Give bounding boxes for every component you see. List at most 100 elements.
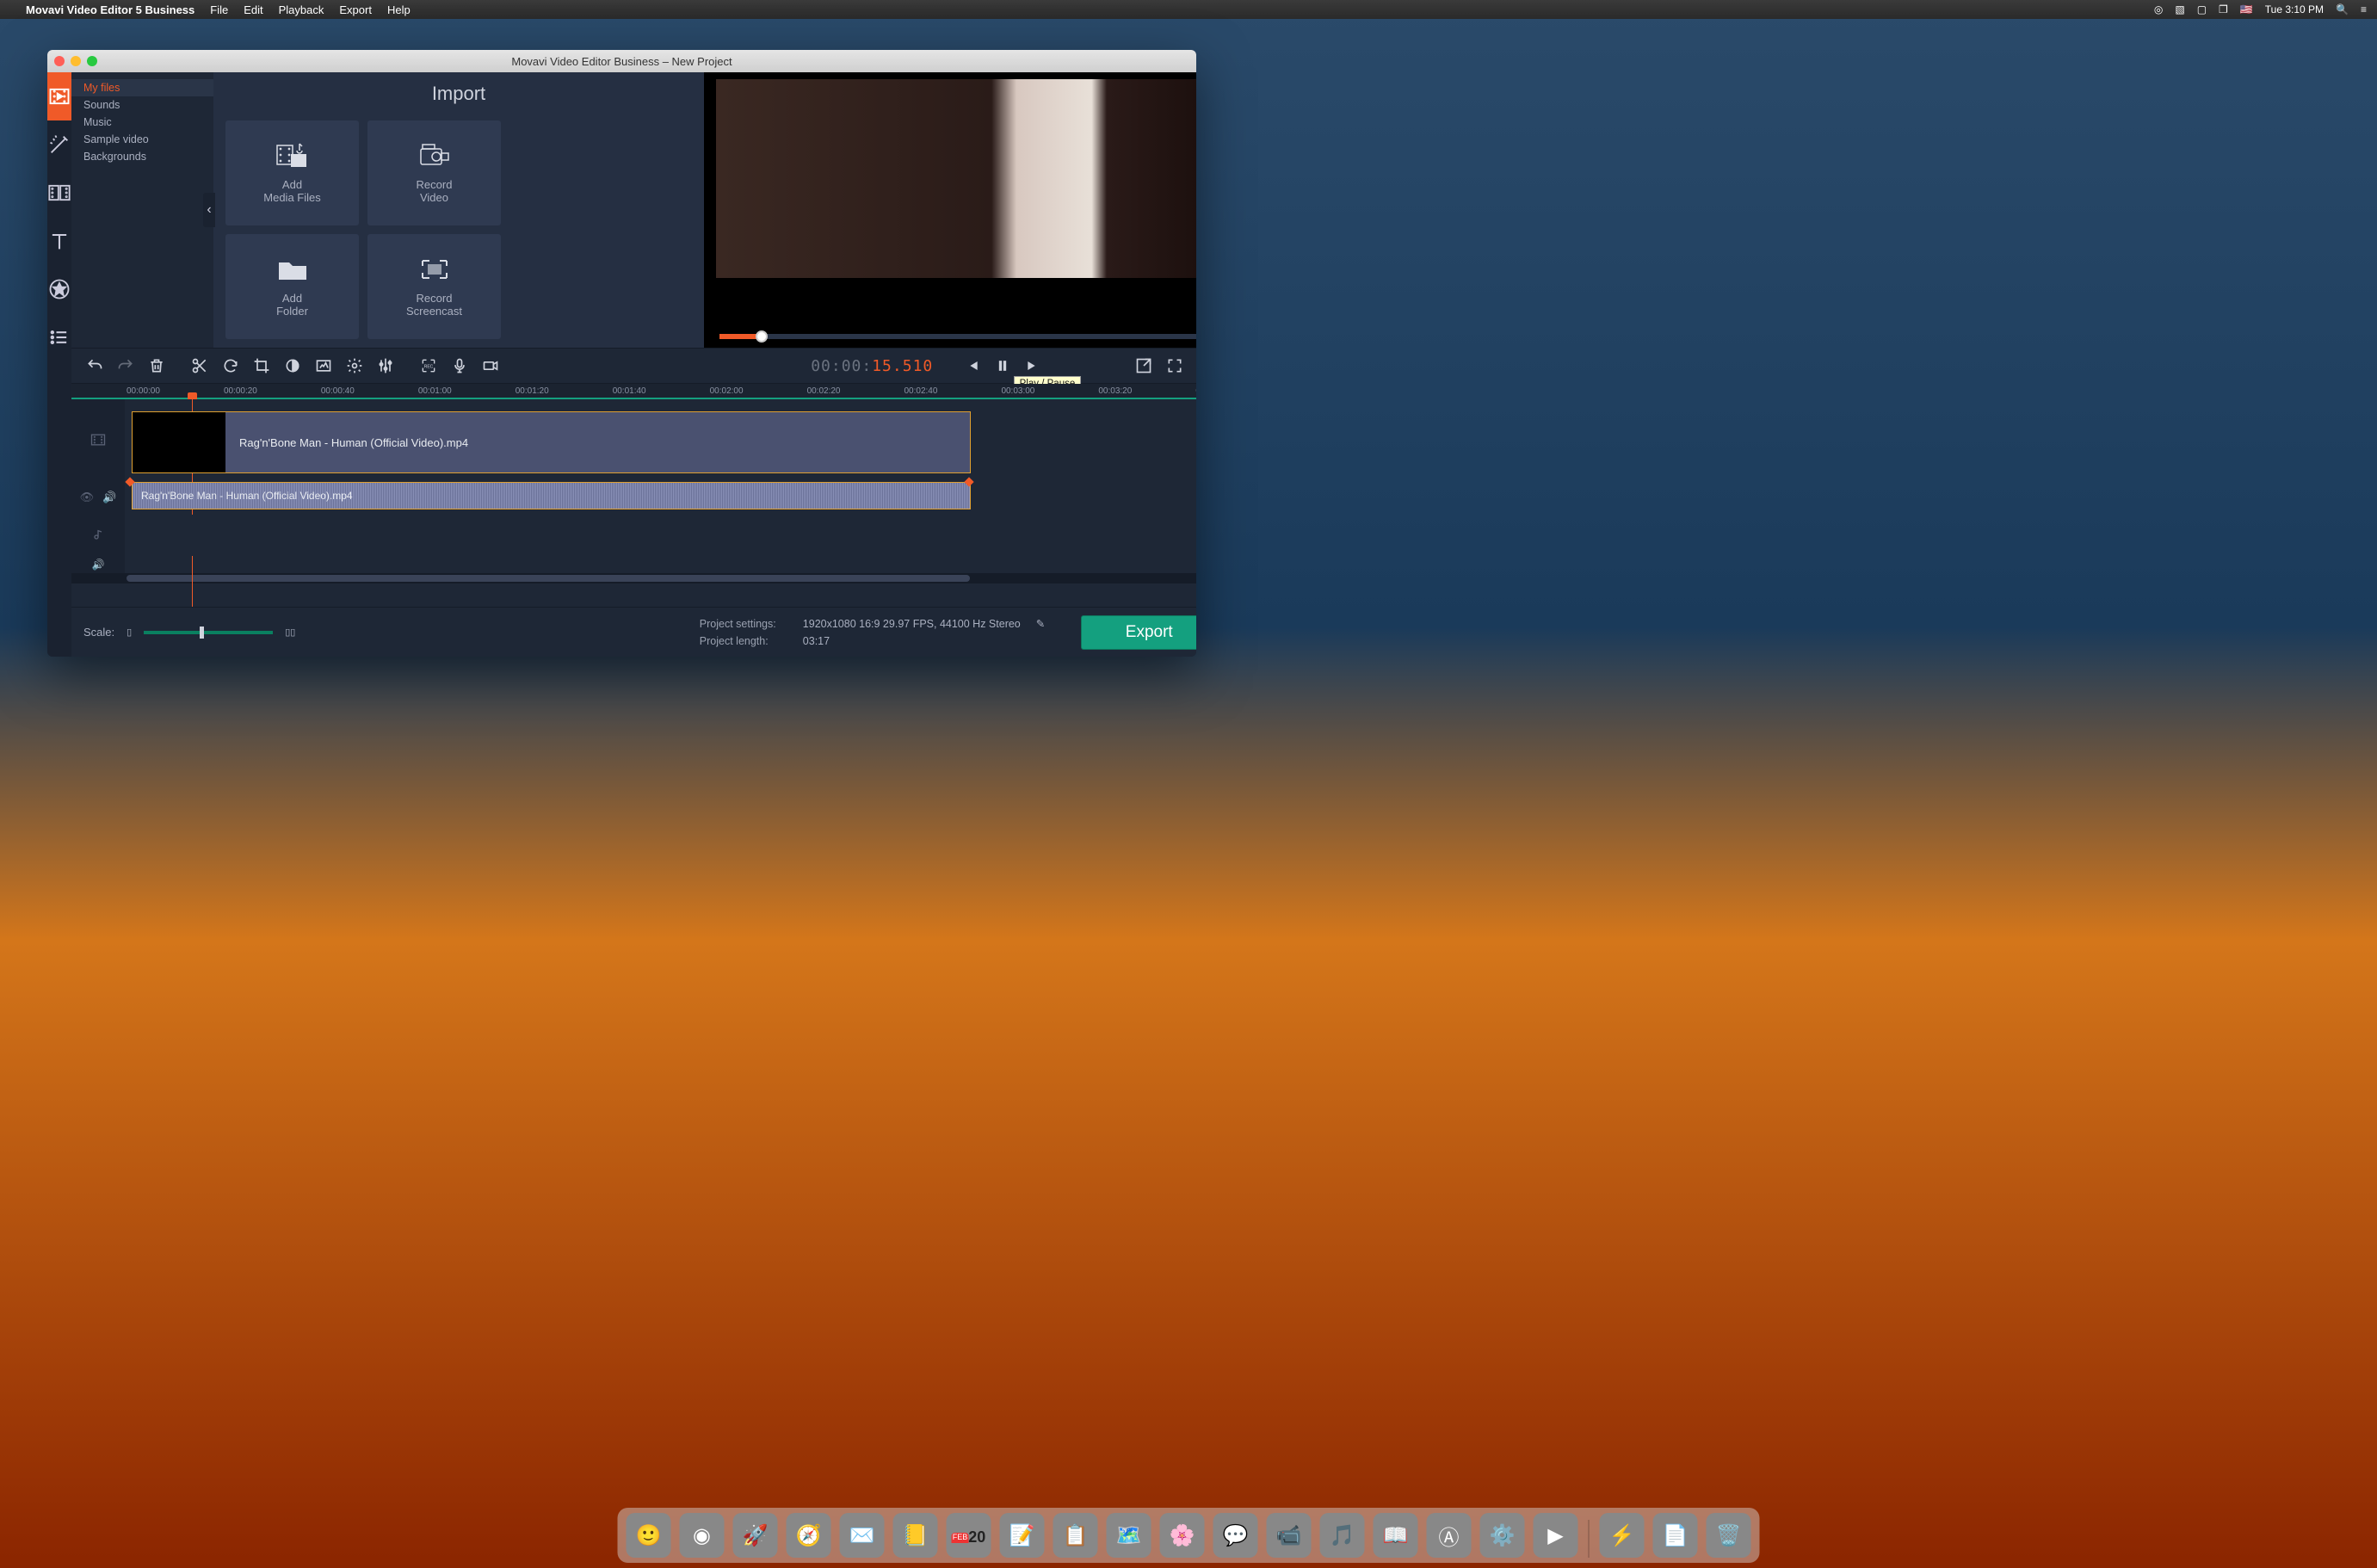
menu-playback[interactable]: Playback <box>279 3 324 16</box>
category-sounds[interactable]: Sounds <box>71 96 213 114</box>
timeline-ruler[interactable]: 00:00:00 00:00:20 00:00:40 00:01:00 00:0… <box>71 384 1196 399</box>
menu-file[interactable]: File <box>210 3 228 16</box>
linked-audio-track-head[interactable]: 👁 🔊 <box>71 480 125 515</box>
split-button[interactable] <box>185 352 214 380</box>
scale-min-icon[interactable]: ▯ <box>127 627 132 638</box>
dock-safari-icon[interactable]: 🧭 <box>787 1513 831 1558</box>
ruler-tick: 00:00:40 <box>321 386 355 396</box>
tool-import[interactable] <box>47 72 71 120</box>
audio-track-head[interactable] <box>71 515 125 556</box>
dock-mail-icon[interactable]: ✉️ <box>840 1513 885 1558</box>
menu-edit[interactable]: Edit <box>244 3 262 16</box>
status-bar: Scale: ▯ ▯▯ Project settings: 1920x1080 … <box>71 607 1196 657</box>
project-length-label: Project length: <box>700 635 794 647</box>
menubar-app-name[interactable]: Movavi Video Editor 5 Business <box>26 3 194 16</box>
video-preview[interactable] <box>716 79 1196 325</box>
tile-add-media-files[interactable]: Add Media Files <box>225 120 359 225</box>
menubar-clock[interactable]: Tue 3:10 PM <box>2265 3 2324 15</box>
dock-finder-icon[interactable]: 🙂 <box>627 1513 671 1558</box>
tool-filters[interactable] <box>47 120 71 169</box>
cc-menu-icon[interactable]: ◎ <box>2154 3 2163 15</box>
redo-button[interactable] <box>111 352 140 380</box>
eye-icon[interactable]: 👁 <box>80 491 95 504</box>
empty-audio-track[interactable] <box>125 515 1196 556</box>
prev-frame-button[interactable] <box>957 352 986 380</box>
dock-contacts-icon[interactable]: 📒 <box>893 1513 938 1558</box>
clip-properties-button[interactable] <box>340 352 369 380</box>
category-music[interactable]: Music <box>71 114 213 131</box>
display-menu-icon[interactable]: ▧ <box>2175 3 2184 15</box>
category-sample-video[interactable]: Sample video <box>71 131 213 148</box>
edit-settings-icon[interactable]: ✎ <box>1036 617 1045 630</box>
dock-movavi-icon[interactable]: ▶ <box>1534 1513 1578 1558</box>
volume-button[interactable] <box>1191 352 1196 380</box>
record-audio-button[interactable] <box>445 352 474 380</box>
dock-document-icon[interactable]: 📄 <box>1653 1513 1698 1558</box>
collapse-categories-button[interactable]: ‹ <box>203 193 215 227</box>
scale-slider-thumb[interactable] <box>200 627 204 639</box>
dock-downloads-icon[interactable]: ⚡ <box>1600 1513 1645 1558</box>
spotlight-icon[interactable]: 🔍 <box>2336 3 2349 15</box>
delete-button[interactable] <box>142 352 171 380</box>
dock-syspref-icon[interactable]: ⚙️ <box>1480 1513 1525 1558</box>
tile-record-video[interactable]: Record Video <box>367 120 501 225</box>
tile-add-folder[interactable]: Add Folder <box>225 234 359 339</box>
dock-reminders-icon[interactable]: 📋 <box>1053 1513 1098 1558</box>
export-button[interactable]: Export <box>1081 615 1196 650</box>
crop-button[interactable] <box>247 352 276 380</box>
dock-itunes-icon[interactable]: 🎵 <box>1320 1513 1365 1558</box>
airplay-menu-icon[interactable]: ▢ <box>2197 3 2207 15</box>
tool-titles[interactable] <box>47 217 71 265</box>
dock-ibooks-icon[interactable]: 📖 <box>1374 1513 1418 1558</box>
preview-progress-bar[interactable] <box>719 334 1196 339</box>
record-screencast-button[interactable]: REC <box>414 352 443 380</box>
window-zoom-button[interactable] <box>87 56 97 66</box>
dock-calendar-icon[interactable]: FEB20 <box>947 1513 991 1558</box>
timecode-display: 00:00:15.510 <box>800 357 943 375</box>
import-heading: Import <box>225 83 692 105</box>
dock-separator <box>1589 1520 1590 1558</box>
menu-help[interactable]: Help <box>387 3 411 16</box>
timeline-hscrollbar[interactable] <box>71 573 1196 583</box>
scale-slider[interactable] <box>144 631 273 634</box>
transition-wizard-button[interactable] <box>309 352 338 380</box>
scale-max-icon[interactable]: ▯▯ <box>285 627 295 638</box>
dock-messages-icon[interactable]: 💬 <box>1213 1513 1258 1558</box>
screens-menu-icon[interactable]: ❐ <box>2219 3 2228 15</box>
menu-export[interactable]: Export <box>339 3 372 16</box>
color-adjust-button[interactable] <box>278 352 307 380</box>
tile-record-screencast[interactable]: Record Screencast <box>367 234 501 339</box>
flag-menu-icon[interactable]: 🇺🇸 <box>2240 3 2253 15</box>
dock-facetime-icon[interactable]: 📹 <box>1267 1513 1312 1558</box>
window-title: Movavi Video Editor Business – New Proje… <box>47 55 1196 68</box>
category-my-files[interactable]: My files <box>71 79 213 96</box>
fullscreen-button[interactable] <box>1160 352 1189 380</box>
rotate-button[interactable] <box>216 352 245 380</box>
preview-panel <box>704 72 1196 348</box>
speaker-icon[interactable]: 🔊 <box>102 491 116 504</box>
record-video-button[interactable] <box>476 352 505 380</box>
mute-track-button[interactable]: 🔊 <box>71 556 125 573</box>
audio-properties-button[interactable] <box>371 352 400 380</box>
menu-extras-icon[interactable]: ≡ <box>2361 3 2367 15</box>
category-backgrounds[interactable]: Backgrounds <box>71 148 213 165</box>
dock-trash-icon[interactable]: 🗑️ <box>1707 1513 1751 1558</box>
dock-photos-icon[interactable]: 🌸 <box>1160 1513 1205 1558</box>
tool-transitions[interactable] <box>47 169 71 217</box>
preview-progress-thumb[interactable] <box>756 330 768 343</box>
window-close-button[interactable] <box>54 56 65 66</box>
dock-siri-icon[interactable]: ◉ <box>680 1513 725 1558</box>
tool-more[interactable] <box>47 313 71 361</box>
video-clip[interactable]: Rag'n'Bone Man - Human (Official Video).… <box>132 411 971 473</box>
dock-launchpad-icon[interactable]: 🚀 <box>733 1513 778 1558</box>
dock-maps-icon[interactable]: 🗺️ <box>1107 1513 1151 1558</box>
audio-clip[interactable]: Rag'n'Bone Man - Human (Official Video).… <box>132 482 971 509</box>
video-track-head[interactable] <box>71 399 125 480</box>
window-minimize-button[interactable] <box>71 56 81 66</box>
undo-button[interactable] <box>80 352 109 380</box>
dock-notes-icon[interactable]: 📝 <box>1000 1513 1045 1558</box>
tool-stickers[interactable] <box>47 265 71 313</box>
svg-text:REC: REC <box>424 365 434 370</box>
dock-appstore-icon[interactable]: Ⓐ <box>1427 1513 1472 1558</box>
detach-preview-button[interactable] <box>1129 352 1158 380</box>
